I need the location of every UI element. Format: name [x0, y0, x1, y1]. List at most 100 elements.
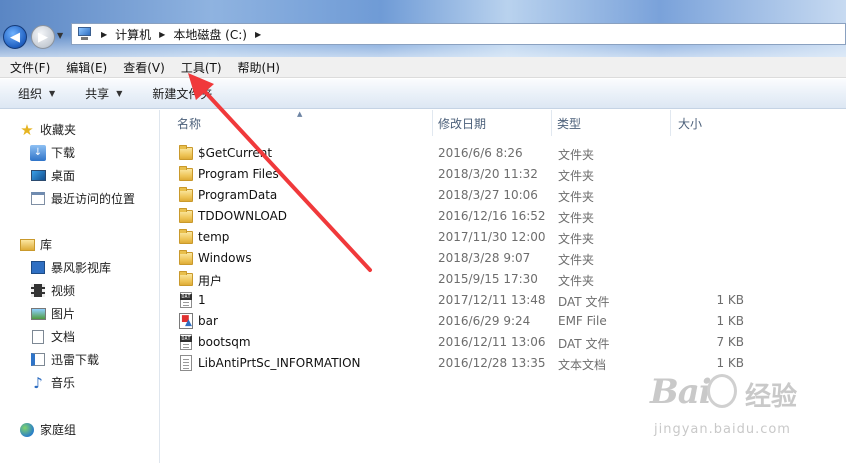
nav-item-label: 下载 [51, 146, 76, 160]
file-name: 用户 [198, 274, 223, 288]
nav-item-documents[interactable]: 文档 [30, 328, 75, 345]
dat-file-icon: DAT [178, 292, 194, 308]
nav-item-recent-places[interactable]: 最近访问的位置 [30, 190, 135, 207]
nav-item-label: 音乐 [51, 376, 76, 390]
chevron-down-icon: ▼ [116, 89, 123, 98]
table-row[interactable]: ■ ▲ bar 2016/6/29 9:24 EMF File 1 KB [161, 311, 846, 332]
baidu-paw-icon [707, 374, 737, 408]
table-row[interactable]: DAT bootsqm 2016/12/11 13:06 DAT 文件 7 KB [161, 332, 846, 353]
history-dropdown-icon[interactable]: ▼ [57, 31, 63, 40]
file-name: bar [198, 314, 218, 328]
table-row[interactable]: DAT 1 2017/12/11 13:48 DAT 文件 1 KB [161, 290, 846, 311]
menu-file[interactable]: 文件(F) [10, 59, 50, 76]
new-folder-button[interactable]: 新建文件夹 [152, 85, 212, 102]
nav-homegroup[interactable]: 家庭组 [19, 421, 76, 438]
folder-icon [178, 208, 194, 224]
file-type: 文件夹 [558, 148, 595, 162]
column-header-name[interactable]: 名称 [177, 110, 432, 136]
column-divider[interactable] [432, 110, 433, 136]
folder-icon [178, 145, 194, 161]
menu-help[interactable]: 帮助(H) [238, 59, 280, 76]
breadcrumb-local-disk[interactable]: 本地磁盘 (C:) [173, 26, 247, 43]
share-button[interactable]: 共享 ▼ [85, 85, 122, 102]
table-row[interactable]: TDDOWNLOAD 2016/12/16 16:52 文件夹 [161, 206, 846, 227]
nav-item-label: 文档 [51, 330, 76, 344]
breadcrumb-computer[interactable]: 计算机 [115, 26, 151, 43]
downloads-folder-icon: ↓ [30, 144, 46, 161]
file-size: 1 KB [716, 293, 744, 307]
navigation-pane: ★ 收藏夹 ↓ 下载 桌面 最近访问的位置 库 暴风影视库 视频 图片 文档 迅… [0, 110, 160, 463]
nav-libraries-label: 库 [40, 238, 53, 252]
forward-button[interactable]: ▶ [31, 25, 55, 49]
thunder-download-icon [30, 352, 46, 368]
nav-item-label: 图片 [51, 307, 76, 321]
table-row[interactable]: LibAntiPrtSc_INFORMATION 2016/12/28 13:3… [161, 353, 846, 374]
address-field[interactable]: ▶ 计算机 ▶ 本地磁盘 (C:) ▶ [71, 23, 846, 45]
folder-icon [178, 229, 194, 245]
breadcrumb-separator-icon[interactable]: ▶ [255, 30, 261, 39]
organize-label: 组织 [18, 87, 43, 101]
table-row[interactable]: Windows 2018/3/28 9:07 文件夹 [161, 248, 846, 269]
file-type: 文本文档 [558, 358, 607, 372]
column-header-date[interactable]: 修改日期 [438, 110, 551, 136]
nav-item-videos[interactable]: 视频 [30, 282, 75, 299]
video-library-icon [30, 260, 46, 276]
desktop-icon [30, 168, 46, 184]
file-type: 文件夹 [558, 211, 595, 225]
table-row[interactable]: $GetCurrent 2016/6/6 8:26 文件夹 [161, 143, 846, 164]
nav-favorites-label: 收藏夹 [40, 123, 77, 137]
table-row[interactable]: Program Files 2018/3/20 11:32 文件夹 [161, 164, 846, 185]
breadcrumb-separator-icon[interactable]: ▶ [159, 30, 165, 39]
back-button[interactable]: ◀ [3, 25, 27, 49]
nav-libraries[interactable]: 库 [19, 236, 52, 253]
computer-icon [76, 27, 93, 41]
file-type: DAT 文件 [558, 295, 610, 309]
nav-item-pictures[interactable]: 图片 [30, 305, 75, 322]
address-bar-region: ◀ ▶ ▼ ▶ 计算机 ▶ 本地磁盘 (C:) ▶ [0, 0, 846, 57]
file-name: ProgramData [198, 188, 278, 202]
column-header-size[interactable]: 大小 [678, 110, 758, 136]
homegroup-icon [19, 422, 35, 438]
file-date: 2016/12/16 16:52 [438, 209, 546, 223]
table-row[interactable]: 用户 2015/9/15 17:30 文件夹 [161, 269, 846, 290]
nav-item-baofeng-library[interactable]: 暴风影视库 [30, 259, 111, 276]
nav-item-downloads[interactable]: ↓ 下载 [30, 144, 75, 161]
nav-item-music[interactable]: ♪ 音乐 [30, 373, 76, 392]
menu-view[interactable]: 查看(V) [123, 59, 165, 76]
file-name: TDDOWNLOAD [198, 209, 288, 223]
file-date: 2016/12/11 13:06 [438, 335, 546, 349]
table-row[interactable]: ProgramData 2018/3/27 10:06 文件夹 [161, 185, 846, 206]
table-row[interactable]: temp 2017/11/30 12:00 文件夹 [161, 227, 846, 248]
star-icon: ★ [20, 120, 34, 139]
file-type: 文件夹 [558, 190, 595, 204]
file-name: LibAntiPrtSc_INFORMATION [198, 356, 361, 370]
column-header-label: 修改日期 [438, 116, 487, 131]
folder-icon [178, 271, 194, 287]
nav-item-label: 视频 [51, 284, 76, 298]
nav-favorites[interactable]: ★ 收藏夹 [19, 120, 77, 139]
file-name: Windows [198, 251, 252, 265]
nav-item-label: 最近访问的位置 [51, 192, 136, 206]
picture-icon [30, 306, 46, 322]
menu-tools[interactable]: 工具(T) [181, 59, 222, 76]
nav-item-desktop[interactable]: 桌面 [30, 167, 75, 184]
column-divider[interactable] [670, 110, 671, 136]
file-name: $GetCurrent [198, 146, 273, 160]
file-name: bootsqm [198, 335, 251, 349]
folder-icon [178, 250, 194, 266]
watermark: Bai 经验 jingyan.baidu.com [650, 372, 840, 452]
file-type: DAT 文件 [558, 337, 610, 351]
column-divider[interactable] [551, 110, 552, 136]
music-note-icon: ♪ [33, 373, 43, 392]
nav-item-thunder-downloads[interactable]: 迅雷下载 [30, 351, 99, 368]
column-header-type[interactable]: 类型 [557, 110, 670, 136]
nav-item-label: 迅雷下载 [51, 353, 100, 367]
file-type: 文件夹 [558, 274, 595, 288]
command-bar: 组织 ▼ 共享 ▼ 新建文件夹 [0, 79, 846, 109]
emf-file-icon: ■ ▲ [179, 313, 193, 329]
breadcrumb-separator-icon[interactable]: ▶ [101, 30, 107, 39]
organize-button[interactable]: 组织 ▼ [18, 85, 55, 102]
column-header-label: 名称 [177, 116, 202, 131]
menu-edit[interactable]: 编辑(E) [66, 59, 107, 76]
arrow-left-icon: ◀ [10, 29, 20, 45]
